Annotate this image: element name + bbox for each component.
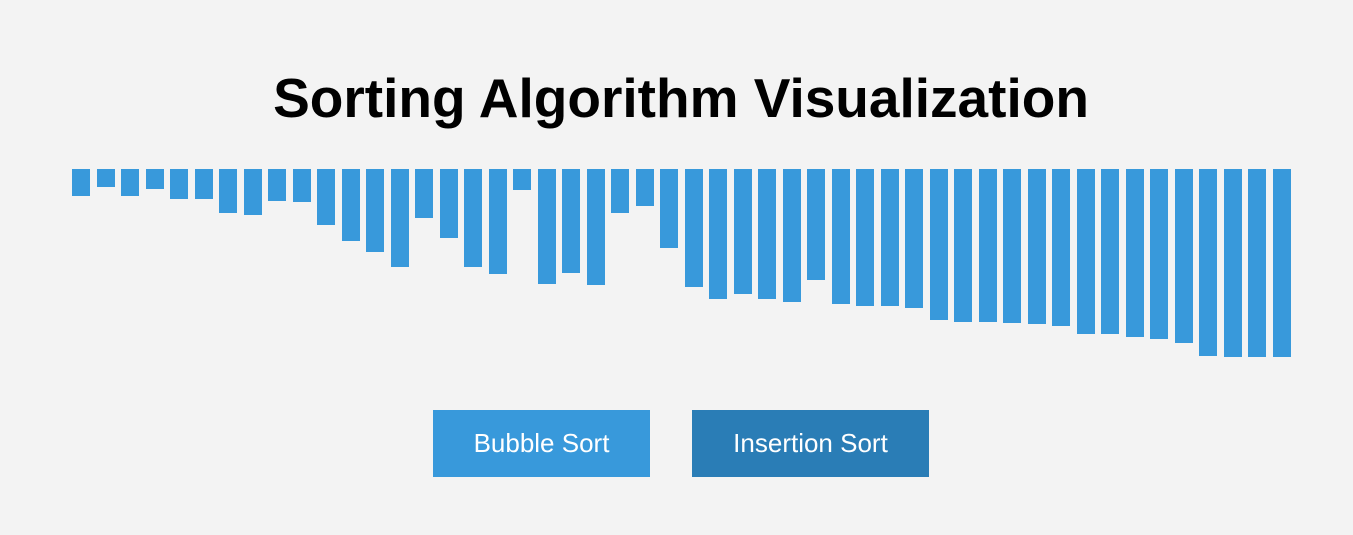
- bar: [930, 169, 948, 320]
- bar: [146, 169, 164, 189]
- bar: [1248, 169, 1266, 357]
- bar: [562, 169, 580, 273]
- bubble-sort-button[interactable]: Bubble Sort: [433, 410, 650, 477]
- bar: [1175, 169, 1193, 343]
- bar: [685, 169, 703, 287]
- bar: [832, 169, 850, 304]
- bar: [709, 169, 727, 299]
- bar: [121, 169, 139, 196]
- bar: [391, 169, 409, 267]
- bar: [611, 169, 629, 213]
- bar: [268, 169, 286, 201]
- bar: [660, 169, 678, 248]
- page-title: Sorting Algorithm Visualization: [273, 67, 1089, 129]
- bar: [954, 169, 972, 322]
- bar: [342, 169, 360, 241]
- bar: [758, 169, 776, 299]
- bar: [1199, 169, 1217, 356]
- bar: [1273, 169, 1291, 357]
- bar: [881, 169, 899, 306]
- bar: [1077, 169, 1095, 334]
- bar: [1126, 169, 1144, 337]
- bar: [170, 169, 188, 199]
- bar: [1101, 169, 1119, 334]
- bar: [783, 169, 801, 302]
- bar: [440, 169, 458, 238]
- bar-chart: [72, 169, 1292, 369]
- bar: [219, 169, 237, 213]
- bar: [734, 169, 752, 294]
- insertion-sort-button[interactable]: Insertion Sort: [692, 410, 929, 477]
- bar: [1028, 169, 1046, 324]
- bar: [72, 169, 90, 196]
- controls: Bubble Sort Insertion Sort: [0, 410, 1353, 477]
- bar: [856, 169, 874, 306]
- bar: [1003, 169, 1021, 323]
- bar: [97, 169, 115, 187]
- bar: [195, 169, 213, 199]
- sorting-visualizer: Sorting Algorithm Visualization Bubble S…: [0, 0, 1353, 535]
- bar: [636, 169, 654, 206]
- bar: [1224, 169, 1242, 357]
- bar: [489, 169, 507, 274]
- bar: [464, 169, 482, 267]
- bar: [1150, 169, 1168, 339]
- bar: [587, 169, 605, 285]
- bar: [513, 169, 531, 190]
- bar: [807, 169, 825, 280]
- bar: [244, 169, 262, 215]
- bar: [979, 169, 997, 322]
- bar: [366, 169, 384, 252]
- bar: [538, 169, 556, 284]
- bar: [1052, 169, 1070, 326]
- bar: [905, 169, 923, 308]
- bar: [317, 169, 335, 225]
- bar: [293, 169, 311, 202]
- bar: [415, 169, 433, 218]
